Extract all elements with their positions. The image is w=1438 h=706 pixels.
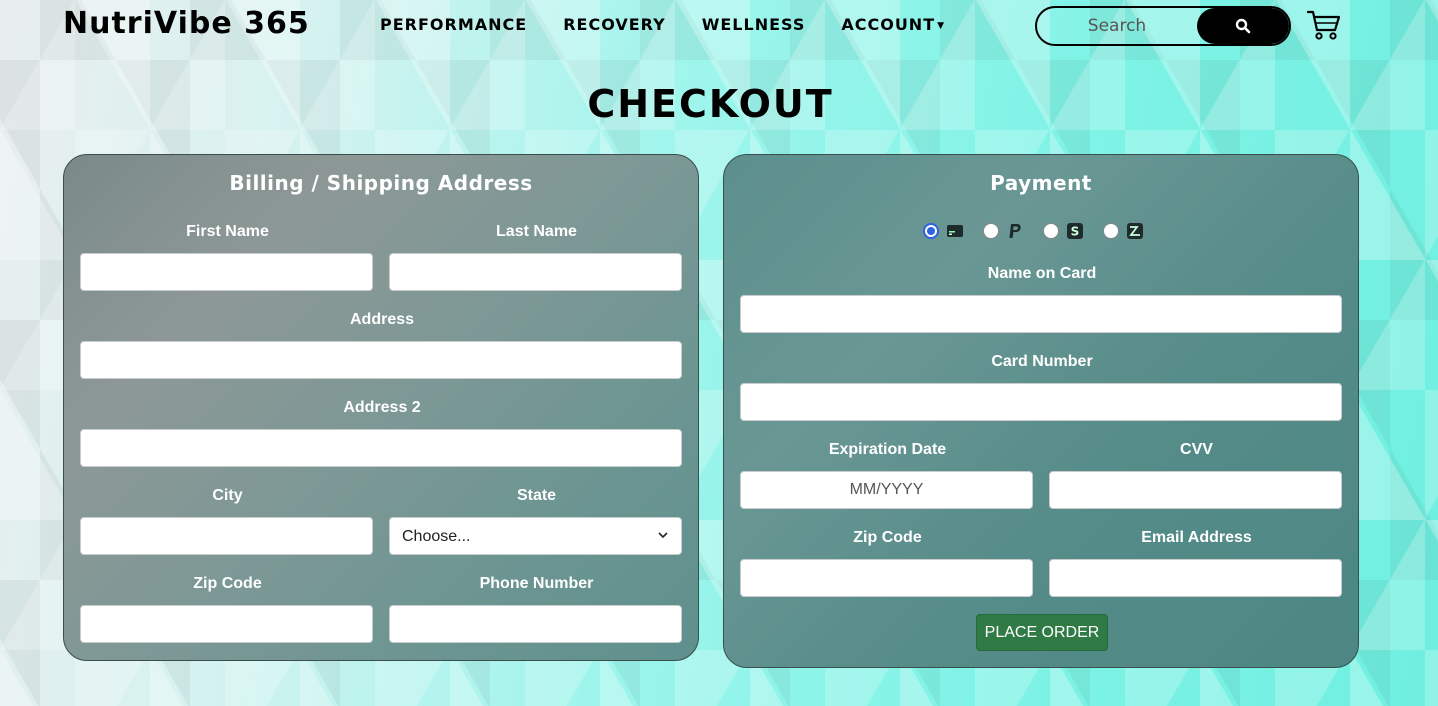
search-icon [1235, 18, 1251, 34]
payment-option-cash[interactable]: S [1043, 223, 1083, 239]
credit-card-icon [947, 223, 963, 239]
cvv-label: CVV [1180, 441, 1213, 458]
card-number-field[interactable] [740, 383, 1342, 421]
billing-title: Billing / Shipping Address [229, 171, 533, 195]
address2-label: Address 2 [343, 399, 421, 416]
afterpay-icon [1127, 223, 1143, 239]
card-number-label: Card Number [991, 353, 1093, 370]
email-field[interactable] [1049, 559, 1342, 597]
nav-performance[interactable]: PERFORMANCE [380, 15, 527, 34]
expiration-field[interactable] [740, 471, 1033, 509]
address2-field[interactable] [80, 429, 682, 467]
payment-option-afterpay[interactable] [1103, 223, 1143, 239]
payment-panel: Payment S Name on Card Card Number Expir… [723, 154, 1359, 668]
first-name-field[interactable] [80, 253, 373, 291]
email-label: Email Address [1141, 529, 1252, 546]
zip-label: Zip Code [193, 575, 262, 592]
phone-field[interactable] [389, 605, 682, 643]
search-input[interactable] [1037, 8, 1197, 44]
square-cash-icon: S [1067, 223, 1083, 239]
paypal-icon [1007, 223, 1023, 239]
cvv-field[interactable] [1049, 471, 1342, 509]
nav-wellness[interactable]: WELLNESS [702, 15, 806, 34]
page-title: CHECKOUT [587, 82, 834, 126]
radio-card[interactable] [923, 223, 939, 239]
payment-title: Payment [990, 171, 1092, 195]
main-nav: PERFORMANCE RECOVERY WELLNESS ACCOUNT ▼ [380, 15, 981, 34]
cart-icon [1306, 10, 1341, 40]
svg-text:S: S [1071, 225, 1080, 239]
state-select-wrapper: Choose... [389, 517, 682, 555]
search-bar [1035, 6, 1291, 46]
city-label: City [212, 487, 243, 504]
last-name-label: Last Name [496, 223, 577, 240]
payment-option-card[interactable] [923, 223, 963, 239]
phone-label: Phone Number [479, 575, 594, 592]
payment-zip-label: Zip Code [853, 529, 922, 546]
nav-account-label: ACCOUNT [841, 15, 936, 34]
billing-panel: Billing / Shipping Address First Name La… [63, 154, 699, 661]
nav-recovery[interactable]: RECOVERY [563, 15, 666, 34]
expiration-label: Expiration Date [828, 441, 947, 458]
state-select[interactable]: Choose... [389, 517, 682, 555]
last-name-field[interactable] [389, 253, 682, 291]
payment-method-group: S [923, 223, 1163, 239]
place-order-button[interactable]: PLACE ORDER [976, 614, 1108, 651]
cart-button[interactable] [1306, 8, 1342, 42]
caret-down-icon: ▼ [937, 20, 946, 31]
address-field[interactable] [80, 341, 682, 379]
payment-option-paypal[interactable] [983, 223, 1023, 239]
payment-zip-field[interactable] [740, 559, 1033, 597]
brand-logo[interactable]: NutriVibe 365 [63, 6, 310, 41]
radio-cash[interactable] [1043, 223, 1059, 239]
address-label: Address [349, 311, 415, 328]
state-label: State [516, 487, 557, 504]
nav-account-dropdown[interactable]: ACCOUNT ▼ [841, 15, 945, 34]
radio-paypal[interactable] [983, 223, 999, 239]
first-name-label: First Name [186, 223, 269, 240]
name-on-card-label: Name on Card [987, 265, 1097, 282]
search-button[interactable] [1197, 8, 1289, 44]
city-field[interactable] [80, 517, 373, 555]
zip-field[interactable] [80, 605, 373, 643]
top-navbar: NutriVibe 365 PERFORMANCE RECOVERY WELLN… [0, 0, 1438, 52]
name-on-card-field[interactable] [740, 295, 1342, 333]
radio-afterpay[interactable] [1103, 223, 1119, 239]
